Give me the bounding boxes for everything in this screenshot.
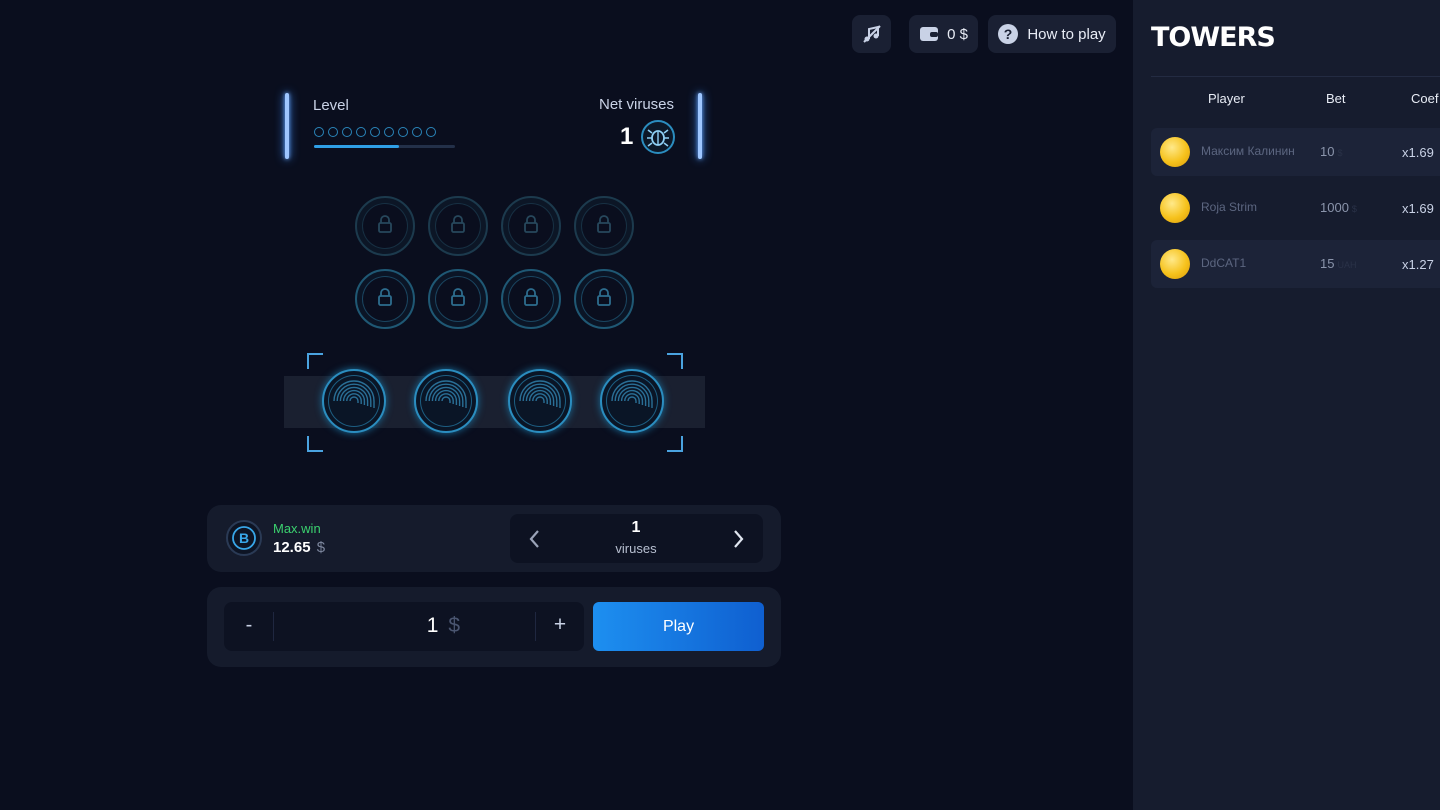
row-bet-currency: UAH xyxy=(1337,260,1357,270)
net-viruses-count: 1 xyxy=(620,123,634,150)
maxwin-value-wrap: 12.65 $ xyxy=(273,539,325,556)
fingerprint-icon xyxy=(332,377,376,426)
sound-toggle-button[interactable] xyxy=(852,15,891,53)
bet-amount[interactable]: 1 $ xyxy=(300,614,460,638)
chevron-left-icon[interactable] xyxy=(524,526,546,552)
row-bet-currency: $ xyxy=(1351,204,1357,214)
lock-icon xyxy=(449,287,467,312)
balance-value: 0 $ xyxy=(947,25,968,43)
fingerprint-icon xyxy=(610,377,654,426)
bitcoin-icon: B xyxy=(225,519,263,562)
level-frame-left xyxy=(285,93,289,159)
svg-text:?: ? xyxy=(1004,26,1013,42)
frame-corner xyxy=(307,436,323,452)
lock-icon xyxy=(595,287,613,312)
row-player: Максим Калинин xyxy=(1201,144,1295,158)
level-progress-fill xyxy=(314,145,399,148)
lock-icon xyxy=(595,214,613,239)
locked-cell xyxy=(428,269,488,329)
maxwin-currency: $ xyxy=(316,539,326,556)
header-bet: Bet xyxy=(1326,91,1346,106)
level-step-dot xyxy=(328,127,338,137)
sidebar-divider xyxy=(1151,76,1440,77)
maxwin-label: Max.win xyxy=(273,521,321,536)
coin-avatar-icon xyxy=(1160,249,1190,279)
level-step-dot xyxy=(314,127,324,137)
locked-cell xyxy=(501,269,561,329)
wallet-icon xyxy=(919,25,939,43)
bet-currency: $ xyxy=(448,614,460,637)
lock-icon xyxy=(522,214,540,239)
how-to-play-button[interactable]: ? How to play xyxy=(988,15,1116,53)
bet-decrease-button[interactable]: - xyxy=(224,614,274,637)
locked-cell xyxy=(501,196,561,256)
row-bet-value: 1000 xyxy=(1320,200,1349,215)
bet-value: 1 xyxy=(426,614,439,637)
row-coef: x1.69 xyxy=(1402,201,1434,216)
row-bet-value: 15 xyxy=(1320,256,1335,271)
locked-cell xyxy=(355,269,415,329)
viruses-unit: viruses xyxy=(615,541,657,556)
row-bet-value: 10 xyxy=(1320,144,1335,159)
row-coef: x1.69 xyxy=(1402,145,1434,160)
logo-text: TOWERS xyxy=(1151,22,1276,53)
coin-avatar-icon xyxy=(1160,137,1190,167)
level-step-dot xyxy=(342,127,352,137)
frame-corner xyxy=(667,353,683,369)
level-steps xyxy=(314,127,436,137)
bet-increase-button[interactable]: + xyxy=(536,613,584,637)
stepper-divider xyxy=(273,612,274,641)
header-player: Player xyxy=(1208,91,1245,106)
frame-corner xyxy=(307,353,323,369)
balance-display[interactable]: 0 $ xyxy=(909,15,978,53)
play-button[interactable]: Play xyxy=(593,602,764,651)
row-bet: 10 $ xyxy=(1320,144,1342,159)
virus-bug-icon xyxy=(640,119,676,160)
fingerprint-cell[interactable] xyxy=(600,369,664,433)
level-step-dot xyxy=(384,127,394,137)
lock-icon xyxy=(522,287,540,312)
fingerprint-icon xyxy=(424,377,468,426)
fingerprint-cell[interactable] xyxy=(322,369,386,433)
row-player: DdCAT1 xyxy=(1201,256,1247,270)
level-label: Level xyxy=(313,97,349,114)
lock-icon xyxy=(376,214,394,239)
chevron-right-icon[interactable] xyxy=(727,526,749,552)
viruses-value: 1 xyxy=(631,519,641,536)
header-coef: Coef xyxy=(1411,91,1439,106)
music-muted-icon xyxy=(861,23,883,45)
level-frame-right xyxy=(698,93,702,159)
how-to-play-label: How to play xyxy=(1027,25,1106,43)
level-progress-track xyxy=(314,145,455,148)
towers-logo: TOWERS xyxy=(1151,22,1276,53)
level-step-dot xyxy=(398,127,408,137)
question-icon: ? xyxy=(998,24,1019,44)
level-step-dot xyxy=(426,127,436,137)
fingerprint-cell[interactable] xyxy=(414,369,478,433)
level-step-dot xyxy=(356,127,366,137)
level-step-dot xyxy=(412,127,422,137)
locked-cell xyxy=(574,269,634,329)
locked-cell xyxy=(355,196,415,256)
coin-avatar-icon xyxy=(1160,193,1190,223)
maxwin-value: 12.65 xyxy=(273,539,311,556)
row-bet: 1000 $ xyxy=(1320,200,1357,215)
row-bet-currency: $ xyxy=(1337,148,1343,158)
fingerprint-cell[interactable] xyxy=(508,369,572,433)
locked-cell xyxy=(574,196,634,256)
row-player: Roja Strim xyxy=(1201,200,1258,214)
locked-cell xyxy=(428,196,488,256)
level-step-dot xyxy=(370,127,380,137)
svg-text:B: B xyxy=(239,530,249,546)
row-bet: 15 UAH xyxy=(1320,256,1356,271)
row-coef: x1.27 xyxy=(1402,257,1434,272)
lock-icon xyxy=(449,214,467,239)
net-viruses-label: Net viruses xyxy=(599,96,675,113)
fingerprint-icon xyxy=(518,377,562,426)
lock-icon xyxy=(376,287,394,312)
bets-sidebar xyxy=(1133,0,1440,810)
frame-corner xyxy=(667,436,683,452)
